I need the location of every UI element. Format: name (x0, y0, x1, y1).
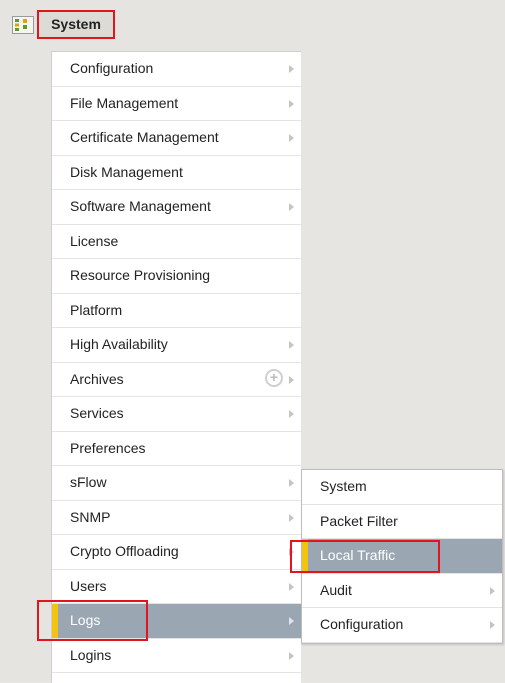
system-grid-icon[interactable] (12, 16, 34, 34)
menu-item-disk-management[interactable]: Disk Management (52, 156, 301, 190)
menu-item-license[interactable]: License (52, 225, 301, 259)
chevron-right-icon (289, 203, 294, 211)
chevron-right-icon (289, 513, 294, 522)
menu-item-snmp[interactable]: SNMP (52, 501, 301, 535)
menu-item-item-label: Logs (70, 612, 101, 628)
menu-item-item-label: Platform (70, 301, 123, 318)
menu-item-services[interactable]: Services (52, 397, 301, 432)
menu-item-configuration[interactable]: Configuration (52, 52, 301, 87)
submenu-item-configuration[interactable]: Configuration (302, 608, 502, 643)
submenu-item-audit[interactable]: Audit (302, 574, 502, 608)
chevron-right-icon (289, 65, 294, 73)
add-circle-icon[interactable]: + (265, 368, 283, 387)
menu-item-item-label: Services (70, 405, 124, 421)
submenu-item-system[interactable]: System (302, 470, 502, 505)
chevron-right-icon (289, 651, 294, 660)
menu-item-item-label: Users (70, 577, 107, 594)
menu-item-item-label: Certificate Management (70, 129, 219, 145)
chevron-right-icon (289, 341, 294, 349)
chevron-right-icon (289, 582, 294, 591)
menu-item-item-label: Configuration (70, 60, 154, 76)
menu-item-item-label: sFlow (70, 474, 107, 490)
logs-submenu: System Packet Filter Local Traffic Audit Con… (301, 469, 503, 644)
system-menu: Configuration File Management Certificate … (51, 51, 301, 683)
menu-item-file-management[interactable]: File Management (52, 87, 301, 121)
submenu-item-packet-filter[interactable]: Packet Filter (302, 505, 502, 539)
menu-item-resource-provisioning[interactable]: Resource Provisioning (52, 259, 301, 294)
menu-item-crypto-offloading[interactable]: Crypto Offloading (52, 535, 301, 570)
menu-item-users[interactable]: Users (52, 570, 301, 604)
chevron-right-icon (490, 621, 495, 629)
menu-item-certificate-management[interactable]: Certificate Management (52, 121, 301, 156)
chevron-right-icon (289, 134, 294, 142)
menu-item-item-label: SNMP (70, 508, 111, 525)
menu-item-high-availability[interactable]: High Availability (52, 328, 301, 363)
chevron-right-icon (289, 99, 294, 108)
system-menu-title[interactable]: System (37, 10, 115, 39)
chevron-right-icon (289, 548, 294, 556)
submenu-item-item-label: Local Traffic (320, 547, 396, 563)
nav-header: System (0, 0, 300, 50)
menu-item-platform[interactable]: Platform (52, 294, 301, 328)
submenu-item-item-label: Packet Filter (320, 512, 398, 529)
menu-item-logs[interactable]: Logs (52, 604, 301, 639)
menu-item-software-management[interactable]: Software Management (52, 190, 301, 225)
submenu-item-local-traffic[interactable]: Local Traffic (302, 539, 502, 574)
submenu-item-item-label: System (320, 478, 367, 494)
menu-item-item-label: Logins (70, 646, 112, 663)
menu-item-item-label: File Management (70, 94, 179, 111)
submenu-item-item-label: Audit (320, 581, 352, 598)
menu-item-item-label: Software Management (70, 198, 211, 214)
menu-item-item-label: Preferences (70, 439, 146, 456)
chevron-right-icon (490, 586, 495, 595)
menu-item-logins[interactable]: Logins (52, 639, 301, 673)
submenu-item-item-label: Configuration (320, 616, 404, 632)
menu-item-item-label: Crypto Offloading (70, 543, 179, 559)
menu-item-item-label: High Availability (70, 336, 168, 352)
chevron-right-icon (289, 410, 294, 418)
chevron-right-icon (289, 375, 294, 384)
menu-item-item-label: License (70, 232, 119, 249)
menu-item-sflow[interactable]: sFlow (52, 466, 301, 501)
menu-item-archives[interactable]: Archives + (52, 363, 301, 397)
menu-item-item-label: Resource Provisioning (70, 267, 211, 283)
menu-item-item-label: Disk Management (70, 163, 183, 180)
menu-item-item-label: Archives (70, 370, 124, 387)
chevron-right-icon (289, 479, 294, 487)
menu-item-preferences[interactable]: Preferences (52, 432, 301, 466)
chevron-right-icon (289, 617, 294, 625)
